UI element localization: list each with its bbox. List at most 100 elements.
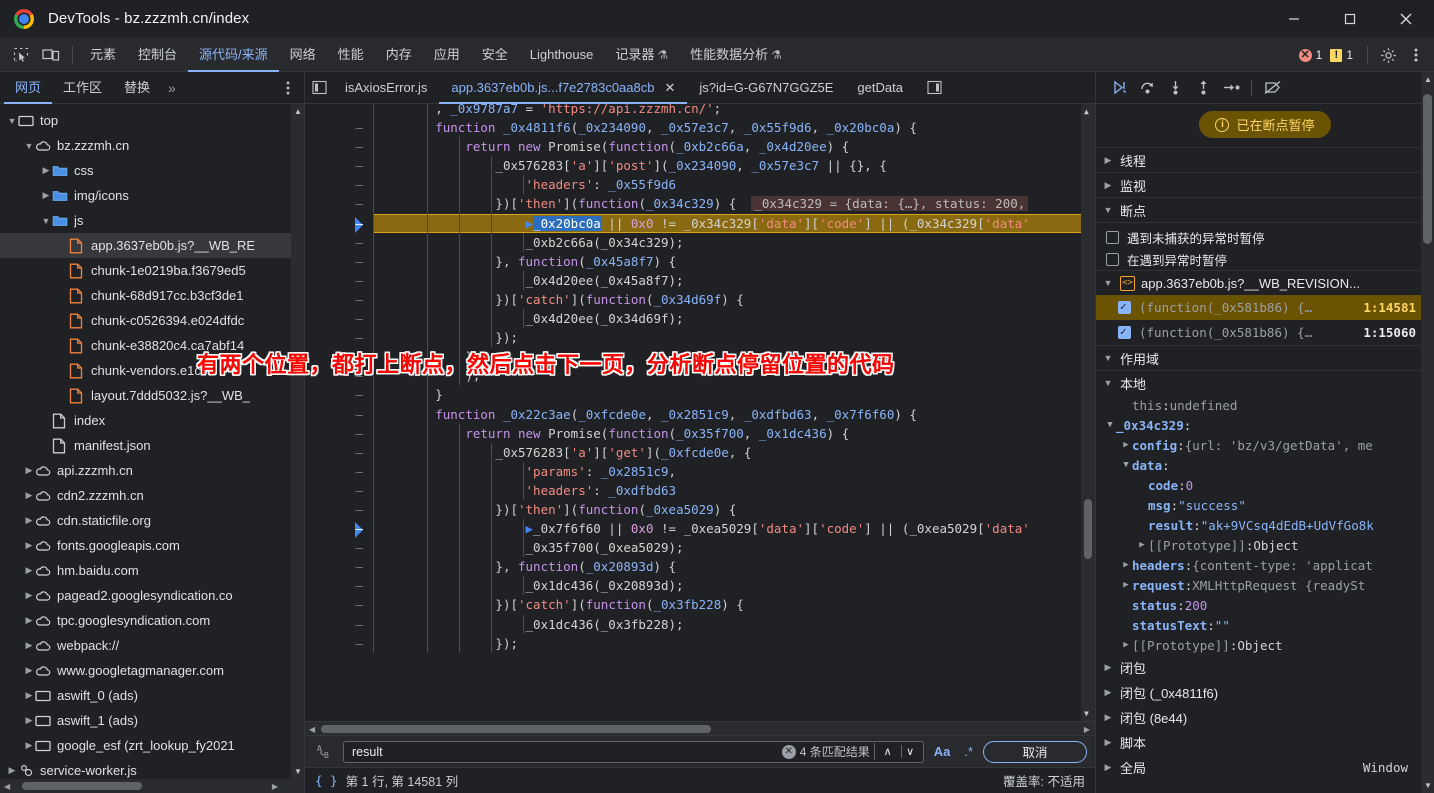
scroll-down-arrow-icon[interactable]: ▼	[294, 767, 302, 776]
scroll-thumb[interactable]	[1423, 94, 1432, 244]
chevron-right-icon[interactable]: ▶	[1102, 662, 1114, 673]
device-toolbar-icon[interactable]	[36, 42, 66, 68]
scope-group-row[interactable]: ▶ 闭包	[1096, 655, 1434, 680]
pretty-print-icon[interactable]: { }	[315, 773, 338, 788]
chevron-right-icon[interactable]: ▶	[1120, 580, 1132, 590]
file-tree-row[interactable]: ▶ api.zzzmh.cn	[0, 458, 304, 483]
breakpoint-item[interactable]: (function(_0x581b86) {… 1:15060	[1096, 320, 1434, 345]
scope-row[interactable]: ▶ [[Prototype]]: Object	[1096, 535, 1434, 555]
chevron-down-icon[interactable]: ▼	[1104, 420, 1116, 430]
inspect-element-icon[interactable]	[6, 42, 36, 68]
chevron-right-icon[interactable]: ▶	[1136, 540, 1148, 550]
line-gutter[interactable]: –	[305, 595, 373, 614]
file-tree-row[interactable]: ▶ cdn2.zzzmh.cn	[0, 483, 304, 508]
chevron-right-icon[interactable]: ▶	[6, 765, 18, 776]
tab-console[interactable]: 控制台	[127, 38, 188, 72]
scope-local-group[interactable]: ▼ 本地	[1096, 370, 1434, 395]
scope-row[interactable]: ▶ config: {url: 'bz/v3/getData', me	[1096, 435, 1434, 455]
nav-tab-workspace[interactable]: 工作区	[52, 72, 113, 104]
line-gutter[interactable]: –	[305, 634, 373, 653]
tab-network[interactable]: 网络	[279, 38, 327, 72]
chevron-right-icon[interactable]: ▶	[23, 465, 35, 476]
section-scope[interactable]: ▼ 作用域	[1096, 345, 1434, 370]
checkbox[interactable]	[1118, 325, 1131, 339]
file-tree-row[interactable]: ▼ bz.zzzmh.cn	[0, 133, 304, 158]
navigator-more-options-icon[interactable]	[278, 77, 298, 99]
regex-button[interactable]: .*	[960, 744, 977, 759]
file-tree-row[interactable]: ▶manifest.json	[0, 433, 304, 458]
pause-on-caught-exceptions-row[interactable]: 在遇到异常时暂停	[1096, 248, 1434, 270]
scope-row[interactable]: ▶code: 0	[1096, 475, 1434, 495]
checkbox[interactable]	[1106, 252, 1119, 266]
line-gutter[interactable]: –	[305, 538, 373, 557]
file-tree-row[interactable]: ▶ cdn.staticfile.org	[0, 508, 304, 533]
line-gutter[interactable]: –	[305, 443, 373, 462]
code-line[interactable]: – 'headers': _0xdfbd63	[305, 480, 1095, 500]
code-line[interactable]: – _0xb2c66a(_0x34c329);	[305, 232, 1095, 252]
chevron-right-icon[interactable]: ▶	[23, 640, 35, 651]
file-tree[interactable]: ▲ ▼ ▼top▼bz.zzzmh.cn▶css▶img/icons▼js▶ap…	[0, 104, 304, 779]
file-tree-row[interactable]: ▶ fonts.googleapis.com	[0, 533, 304, 558]
chevron-down-icon[interactable]: ▼	[6, 116, 18, 126]
step-over-next-function-call-icon[interactable]	[1134, 75, 1160, 101]
chevron-right-icon[interactable]: ▶	[1102, 737, 1114, 748]
line-gutter[interactable]: –	[305, 118, 373, 137]
line-gutter[interactable]: –	[305, 271, 373, 290]
scope-group-row[interactable]: ▶ 脚本	[1096, 730, 1434, 755]
scope-group-row[interactable]: ▶ 全局 Window	[1096, 755, 1434, 780]
checkbox[interactable]	[1106, 230, 1119, 244]
file-tree-row[interactable]: ▶ hm.baidu.com	[0, 558, 304, 583]
scroll-down-arrow-icon[interactable]: ▼	[1424, 781, 1432, 790]
chevron-right-icon[interactable]: ▶	[23, 540, 35, 551]
line-gutter[interactable]: –	[305, 462, 373, 481]
line-gutter[interactable]: –	[305, 405, 373, 424]
warning-badge[interactable]: ! 1	[1330, 48, 1353, 62]
chevron-down-icon[interactable]: ▼	[23, 141, 35, 151]
code-line[interactable]: – })['then'](function(_0x34c329) { _0x34…	[305, 194, 1095, 214]
scroll-left-arrow-icon[interactable]: ◀	[309, 725, 315, 734]
file-tree-row[interactable]: ▶layout.7ddd5032.js?__WB_	[0, 383, 304, 408]
scope-row[interactable]: ▶ [[Prototype]]: Object	[1096, 635, 1434, 655]
line-gutter[interactable]: –	[305, 481, 373, 500]
file-tree-row[interactable]: ▼ top	[0, 108, 304, 133]
code-line[interactable]: – _0x1dc436(_0x20893d);	[305, 576, 1095, 596]
scope-row[interactable]: ▶ headers: {content-type: 'applicat	[1096, 555, 1434, 575]
line-gutter[interactable]: –	[305, 309, 373, 328]
chevron-down-icon[interactable]: ▼	[40, 216, 52, 226]
scroll-left-arrow-icon[interactable]: ◀	[4, 782, 10, 791]
code-line[interactable]: – _0x1dc436(_0x3fb228);	[305, 614, 1095, 634]
line-gutter[interactable]: –	[305, 424, 373, 443]
line-gutter[interactable]: –	[305, 214, 373, 233]
search-field-wrapper[interactable]: ✕ 4 条匹配结果 ∧ ∨	[343, 740, 924, 763]
scroll-up-arrow-icon[interactable]: ▲	[1084, 107, 1089, 116]
scope-row[interactable]: ▶statusText: ""	[1096, 615, 1434, 635]
scroll-up-arrow-icon[interactable]: ▲	[1424, 75, 1432, 84]
line-gutter[interactable]: –	[305, 233, 373, 252]
scope-group-row[interactable]: ▶ 闭包 (8e44)	[1096, 705, 1434, 730]
code-line[interactable]: – _0x576283['a']['get'](_0xfcde0e, {	[305, 442, 1095, 462]
chevron-right-icon[interactable]: ▶	[1120, 560, 1132, 570]
code-line[interactable]: – 'params': _0x2851c9,	[305, 461, 1095, 481]
scope-row[interactable]: ▶status: 200	[1096, 595, 1434, 615]
close-tab-icon[interactable]: ✕	[664, 72, 675, 104]
code-line[interactable]: – return new Promise(function(_0xb2c66a,…	[305, 137, 1095, 157]
file-tree-row[interactable]: ▶ pagead2.googlesyndication.co	[0, 583, 304, 608]
tab-elements[interactable]: 元素	[79, 38, 127, 72]
file-tree-row[interactable]: ▶ aswift_1 (ads)	[0, 708, 304, 733]
search-prev-button[interactable]: ∧	[879, 745, 897, 758]
source-tab-getdata[interactable]: getData	[845, 72, 915, 104]
line-gutter[interactable]	[305, 104, 373, 118]
tab-memory[interactable]: 内存	[375, 38, 423, 72]
chevron-right-icon[interactable]: ▶	[23, 590, 35, 601]
chevron-right-icon[interactable]: ▶	[1102, 712, 1114, 723]
tab-security[interactable]: 安全	[471, 38, 519, 72]
code-line[interactable]: , _0x9787a7 = 'https://api.zzzmh.cn/';	[305, 104, 1095, 119]
file-tree-row[interactable]: ▶ webpack://	[0, 633, 304, 658]
source-tab-gtag[interactable]: js?id=G-G67N7GGZ5E	[687, 72, 845, 104]
more-options-icon[interactable]	[1402, 41, 1430, 69]
tab-recorder[interactable]: 记录器 ⚗	[604, 38, 679, 72]
code-line[interactable]: – return new Promise(function(_0x35f700,…	[305, 423, 1095, 443]
chevron-right-icon[interactable]: ▶	[40, 165, 52, 176]
debugger-vertical-scrollbar[interactable]: ▲ ▼	[1421, 72, 1434, 793]
tab-performance-insights[interactable]: 性能数据分析 ⚗	[679, 38, 793, 72]
